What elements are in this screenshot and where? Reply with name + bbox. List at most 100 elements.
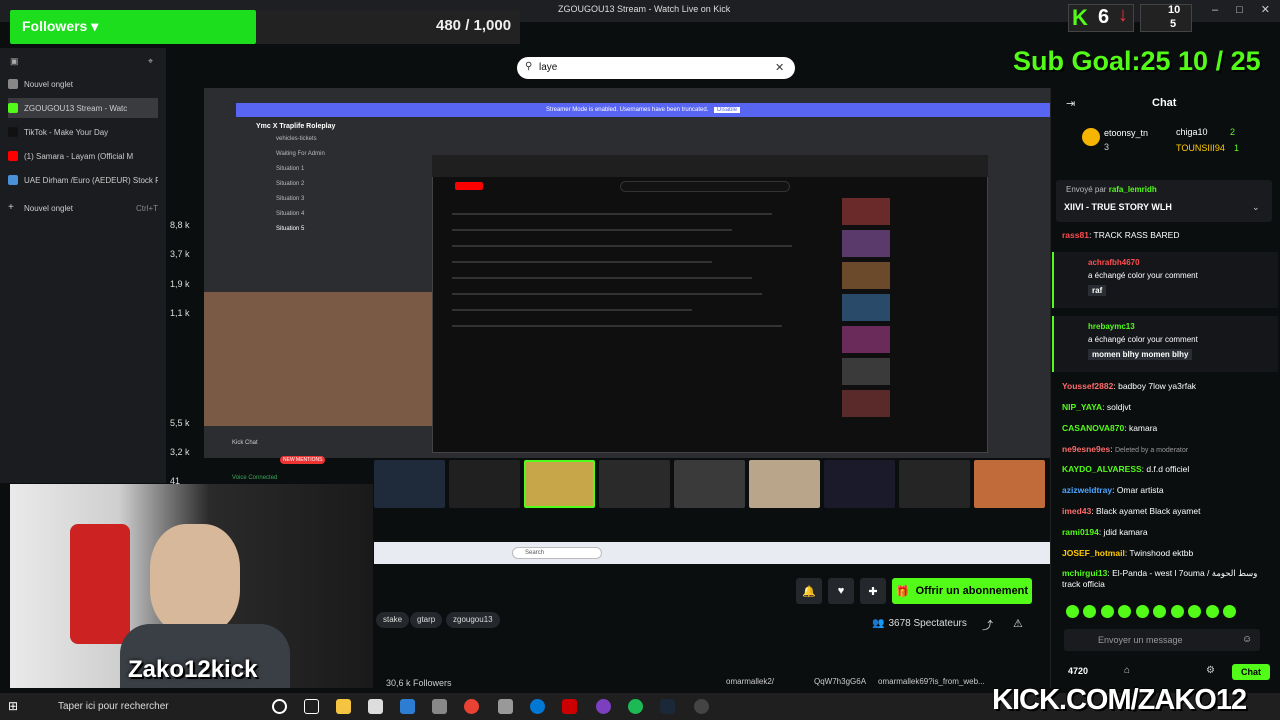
top-gifter-3-count: 1 — [1234, 143, 1240, 153]
report-icon[interactable]: ⚠ — [1013, 617, 1023, 630]
emoji-picker-icon[interactable]: ☺ — [1242, 634, 1252, 645]
chat-text: Black ayamet Black ayamet — [1096, 506, 1201, 516]
notification-bell-icon[interactable]: 🔔 — [796, 578, 822, 604]
follow-heart-icon[interactable]: ♥ — [828, 578, 854, 604]
event-username[interactable]: achrafbh4670 — [1088, 258, 1140, 267]
chat-message: imed43: Black ayamet Black ayamet — [1062, 506, 1201, 516]
chat-username[interactable]: Youssef2882 — [1062, 381, 1113, 391]
chat-username[interactable]: azizweldtray — [1062, 485, 1112, 495]
chat-send-button[interactable]: Chat — [1232, 664, 1270, 680]
top-gifter-2[interactable]: chiga10 — [1176, 127, 1208, 137]
windows-start-icon[interactable]: ⊞ — [8, 699, 18, 713]
chat-settings-icon[interactable]: ⚙ — [1206, 665, 1215, 676]
gift-icon[interactable]: ✚ — [860, 578, 886, 604]
event-username[interactable]: hrebaymc13 — [1088, 322, 1135, 331]
share-icon[interactable]: ⤴ — [982, 617, 993, 633]
tab-item[interactable]: (1) Samara - Layam (Official M — [8, 146, 158, 166]
social-instagram[interactable]: omarmallek2/ — [726, 677, 774, 686]
spotify-icon[interactable] — [628, 699, 643, 714]
chat-message: ne9esne9es: Deleted by a moderator — [1062, 444, 1189, 454]
file-explorer-icon[interactable] — [336, 699, 351, 714]
discord-channel[interactable]: Situation 1 — [236, 166, 371, 181]
stat-value-top: 10 — [1168, 4, 1181, 16]
chat-username[interactable]: rami0194 — [1062, 527, 1099, 537]
channel-points[interactable]: 4720 — [1068, 666, 1088, 676]
chat-username[interactable]: KAYDO_ALVARESS — [1062, 464, 1142, 474]
gift-chat-icon[interactable]: ⌂ — [1124, 665, 1130, 676]
store-icon[interactable] — [432, 699, 447, 714]
app-icon[interactable] — [562, 699, 577, 714]
discord-channel[interactable]: Situation 2 — [236, 181, 371, 196]
social-discord[interactable]: QqW7h3gG6A — [814, 677, 866, 686]
participant-tile — [374, 460, 445, 508]
tab-favicon-icon — [8, 79, 18, 89]
search-clear-icon[interactable]: ✕ — [775, 61, 784, 74]
task-view-icon[interactable] — [304, 699, 319, 714]
discord-channel[interactable]: vehicles-tickets — [236, 136, 371, 151]
maximize-icon[interactable]: □ — [1236, 4, 1243, 16]
tag-gtarp[interactable]: gtarp — [410, 612, 443, 628]
tag-zgougou13[interactable]: zgougou13 — [446, 612, 500, 628]
taskbar-search[interactable]: Taper ici pour rechercher — [36, 697, 246, 717]
app-icon[interactable] — [694, 699, 709, 714]
cortana-icon[interactable] — [272, 699, 287, 714]
tab-item[interactable]: UAE Dirham /Euro (AEDEUR) Stock P — [8, 170, 158, 190]
obs-icon[interactable] — [596, 699, 611, 714]
viewer-count-label: 8,8 k — [170, 220, 190, 230]
tab-item[interactable]: Nouvel onglet — [8, 74, 158, 94]
gift-subscription-button[interactable]: 🎁 Offrir un abonnement — [892, 578, 1032, 604]
redeem-event: hrebaymc13 a échangé color your comment mo… — [1052, 316, 1278, 372]
social-tiktok[interactable]: omarmallek69?is_from_web... — [878, 677, 985, 686]
mail-icon[interactable] — [368, 699, 383, 714]
gifter-avatar — [1082, 128, 1100, 146]
search-input[interactable]: laye — [517, 57, 795, 79]
discord-channel[interactable]: Situation 3 — [236, 196, 371, 211]
tab-item[interactable]: ZGOUGOU13 Stream - Watc — [8, 98, 158, 118]
pin-icon[interactable]: ⌖ — [148, 56, 153, 67]
youtube-search-bar — [620, 181, 790, 192]
participant-tile — [449, 460, 520, 508]
window-controls: – □ ✕ — [1212, 3, 1270, 17]
chrome-icon[interactable] — [464, 699, 479, 714]
chat-message-input[interactable]: Envoyer un message — [1064, 629, 1260, 651]
pinned-message: Envoyé par rafa_lemridh XIIVI - TRUE STO… — [1056, 180, 1272, 222]
minimize-icon[interactable]: – — [1212, 4, 1218, 16]
tab-panel-icon[interactable]: ▣ — [10, 56, 19, 67]
chat-username[interactable]: ne9esne9es — [1062, 444, 1110, 454]
tag-stake[interactable]: stake — [376, 612, 410, 628]
followers-count: 30,6 k Followers — [386, 678, 452, 688]
collapse-chat-icon[interactable]: ⇥ — [1066, 97, 1075, 110]
youtube-recommendations — [842, 198, 892, 422]
chat-username[interactable]: JOSEF_hotmail — [1062, 548, 1125, 558]
chat-text: badboy 7low ya3rfak — [1118, 381, 1197, 391]
discord-channel[interactable]: Waiting For Admin — [236, 151, 371, 166]
chat-username[interactable]: imed43 — [1062, 506, 1091, 516]
tab-item[interactable]: TikTok - Make Your Day — [8, 122, 158, 142]
close-icon[interactable]: ✕ — [1261, 3, 1270, 16]
chat-username[interactable]: rass81 — [1062, 230, 1089, 240]
stat-value-bottom: 5 — [1170, 18, 1177, 30]
emote-row — [1066, 605, 1266, 623]
chat-message: JOSEF_hotmail: Twinshood ektbb — [1062, 548, 1194, 558]
participant-tile — [974, 460, 1045, 508]
app-icon[interactable] — [498, 699, 513, 714]
discord-channel[interactable]: Situation 5 — [236, 226, 371, 241]
tab-favicon-icon — [8, 127, 18, 137]
redeem-event: achrafbh4670 a échangé color your comment… — [1052, 252, 1278, 308]
viewer-count-label: 1,9 k — [170, 279, 190, 289]
inner-search-field: Search — [512, 547, 602, 559]
disable-button[interactable]: Disable — [714, 107, 741, 113]
tab-favicon-icon — [8, 151, 18, 161]
chat-username[interactable]: mchirgui13 — [1062, 568, 1107, 578]
steam-icon[interactable] — [660, 699, 675, 714]
top-gifter-3[interactable]: TOUNSIII94 — [1176, 143, 1225, 153]
chat-username[interactable]: CASANOVA870 — [1062, 423, 1124, 433]
top-gifter-1[interactable]: etoonsy_tn — [1104, 128, 1148, 138]
tab-item[interactable]: + Nouvel onglet Ctrl+T — [8, 198, 158, 218]
app-icon[interactable] — [400, 699, 415, 714]
expand-chevron-icon[interactable]: ⌄ — [1252, 202, 1260, 213]
chat-username[interactable]: NIP_YAYA — [1062, 402, 1102, 412]
edge-icon[interactable] — [530, 699, 545, 714]
discord-channel[interactable]: Situation 4 — [236, 211, 371, 226]
pinned-sender-name[interactable]: rafa_lemridh — [1109, 185, 1157, 194]
